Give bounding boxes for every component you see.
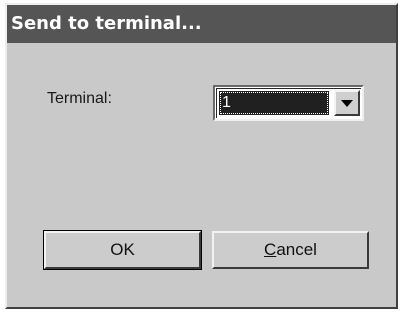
terminal-label: Terminal: (47, 90, 112, 107)
terminal-select-value[interactable]: 1 (219, 91, 329, 115)
terminal-select-field: 1 (216, 88, 361, 118)
cancel-button[interactable]: Cancel (212, 231, 369, 269)
terminal-select-dropdown-button[interactable] (334, 90, 360, 116)
terminal-select[interactable]: 1 (213, 85, 364, 121)
send-to-terminal-dialog: Send to terminal... Terminal: 1 OK Cance… (5, 3, 398, 309)
ok-button[interactable]: OK (43, 230, 202, 270)
dialog-title: Send to terminal... (7, 5, 396, 43)
chevron-down-icon (341, 100, 353, 107)
